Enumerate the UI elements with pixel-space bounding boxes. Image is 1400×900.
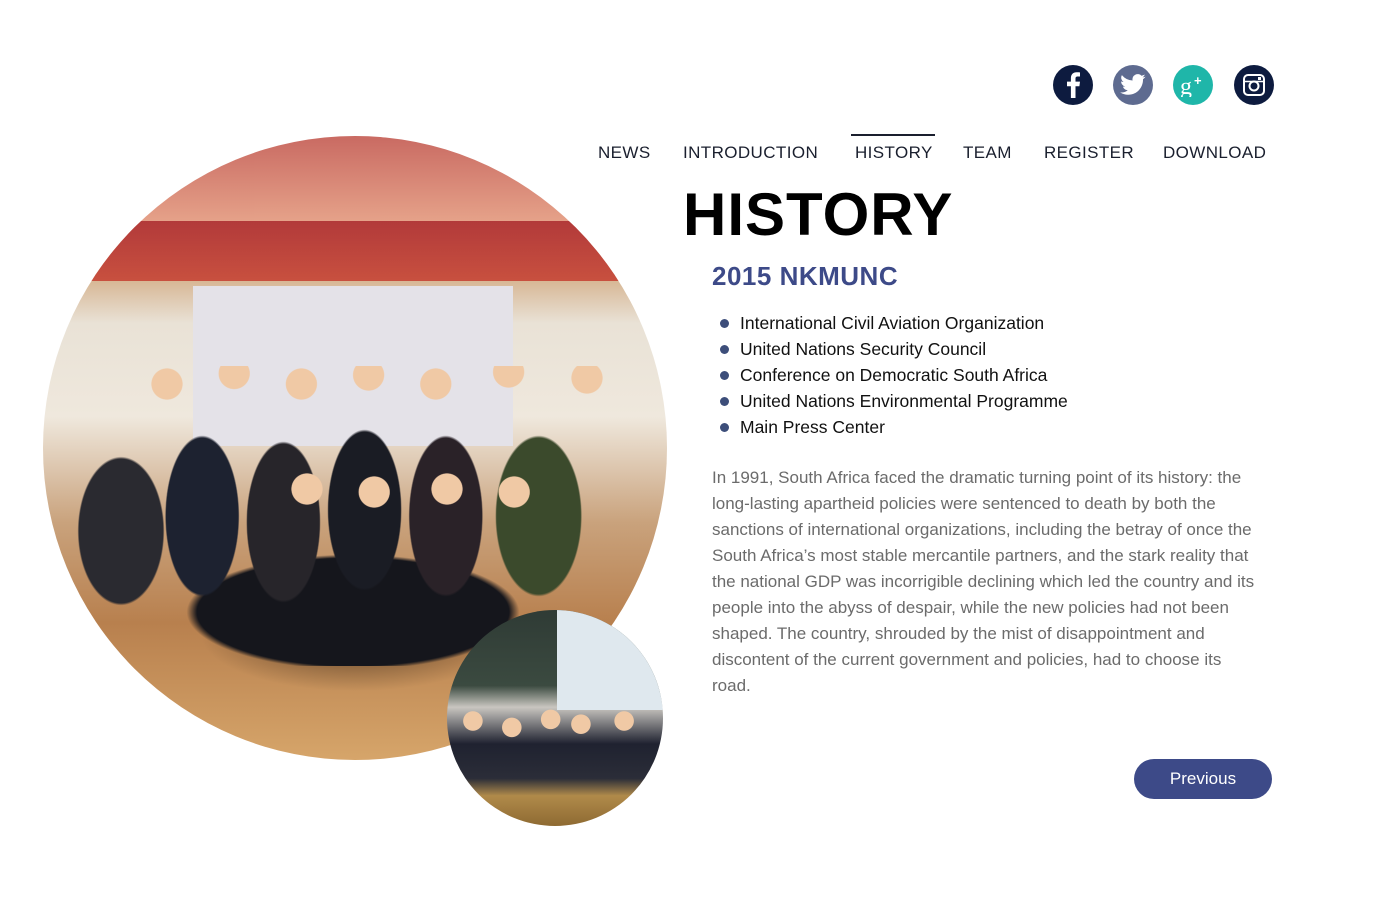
twitter-glyph xyxy=(1120,74,1146,95)
list-item: Main Press Center xyxy=(720,414,1068,440)
facebook-glyph xyxy=(1067,72,1080,98)
nav-item-introduction[interactable]: INTRODUCTION xyxy=(683,134,818,163)
main-nav: NEWS INTRODUCTION HISTORY TEAM REGISTER … xyxy=(0,134,1400,174)
svg-text:+: + xyxy=(1194,73,1202,88)
committee-list: International Civil Aviation Organizatio… xyxy=(720,310,1068,440)
bullet-icon xyxy=(720,423,729,432)
svg-text:g: g xyxy=(1180,74,1192,97)
committee-photo xyxy=(447,610,663,826)
committee-name: United Nations Environmental Programme xyxy=(740,391,1068,411)
page-title: HISTORY xyxy=(683,181,954,248)
google-plus-glyph: g + xyxy=(1180,73,1202,97)
nav-item-download[interactable]: DOWNLOAD xyxy=(1163,134,1266,163)
photo-monitor xyxy=(557,610,663,710)
bullet-icon xyxy=(720,371,729,380)
google-plus-icon[interactable]: g + xyxy=(1173,65,1213,105)
social-links: g + xyxy=(1053,65,1274,105)
history-description: In 1991, South Africa faced the dramatic… xyxy=(712,468,1255,695)
committee-name: Conference on Democratic South Africa xyxy=(740,365,1048,385)
nav-item-history[interactable]: HISTORY xyxy=(851,134,935,163)
committee-name: United Nations Security Council xyxy=(740,339,987,359)
twitter-icon[interactable] xyxy=(1113,65,1153,105)
previous-button[interactable]: Previous xyxy=(1134,759,1272,799)
nav-item-news[interactable]: NEWS xyxy=(598,134,651,163)
list-item: International Civil Aviation Organizatio… xyxy=(720,310,1068,336)
bullet-icon xyxy=(720,345,729,354)
nav-item-register[interactable]: REGISTER xyxy=(1044,134,1134,163)
committee-name: International Civil Aviation Organizatio… xyxy=(740,313,1045,333)
bullet-icon xyxy=(720,397,729,406)
nav-item-team[interactable]: TEAM xyxy=(963,134,1012,163)
facebook-icon[interactable] xyxy=(1053,65,1093,105)
list-item: United Nations Security Council xyxy=(720,336,1068,362)
conference-subtitle: 2015 NKMUNC xyxy=(712,261,899,291)
list-item: United Nations Environmental Programme xyxy=(720,388,1068,414)
bullet-icon xyxy=(720,319,729,328)
committee-name: Main Press Center xyxy=(740,417,885,437)
list-item: Conference on Democratic South Africa xyxy=(720,362,1068,388)
photo-banner xyxy=(43,221,667,281)
photo-faces xyxy=(83,366,643,516)
photo-delegates xyxy=(447,705,663,785)
instagram-icon[interactable] xyxy=(1234,65,1274,105)
instagram-glyph xyxy=(1243,74,1265,96)
